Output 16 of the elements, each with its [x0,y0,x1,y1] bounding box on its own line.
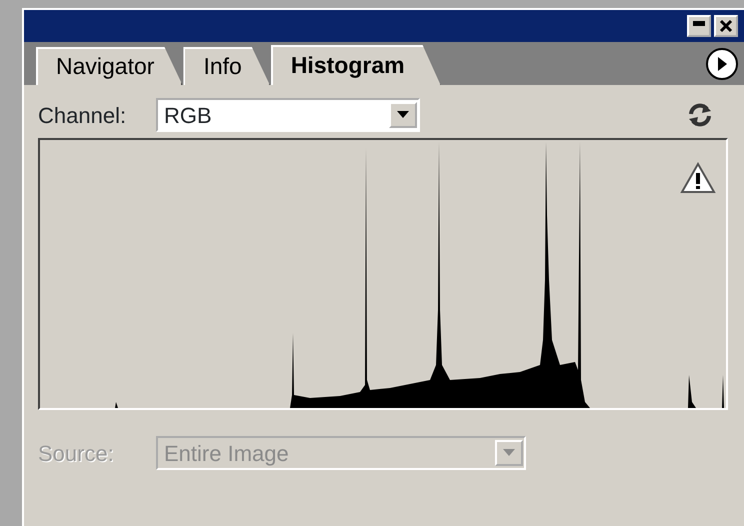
tab[interactable]: Navigator [36,47,182,85]
menu-button[interactable] [706,48,738,80]
channel-dropdown[interactable]: RGB [156,98,420,132]
minimize-button[interactable] [687,15,711,37]
source-label: Source: [38,440,115,468]
play-triangle-icon [715,56,729,72]
tab[interactable]: Info [183,47,270,85]
close-button[interactable] [714,15,738,37]
minimize-icon [693,20,705,26]
tab[interactable]: Histogram [270,45,441,85]
caret-icon [503,449,515,457]
channel-label: Channel: [38,102,128,130]
warning-icon [680,162,716,194]
caret-icon [397,111,409,119]
refresh-icon [686,102,714,128]
close-icon [719,19,733,33]
